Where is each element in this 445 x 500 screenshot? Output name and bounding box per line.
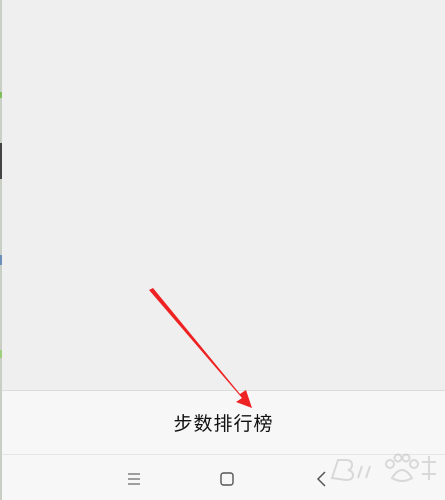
menu-nav-button[interactable] <box>122 467 146 491</box>
hamburger-icon <box>128 473 140 485</box>
dimmed-content-area <box>2 0 445 390</box>
home-nav-button[interactable] <box>215 467 239 491</box>
square-icon <box>220 472 234 486</box>
watermark-logo <box>330 453 436 482</box>
